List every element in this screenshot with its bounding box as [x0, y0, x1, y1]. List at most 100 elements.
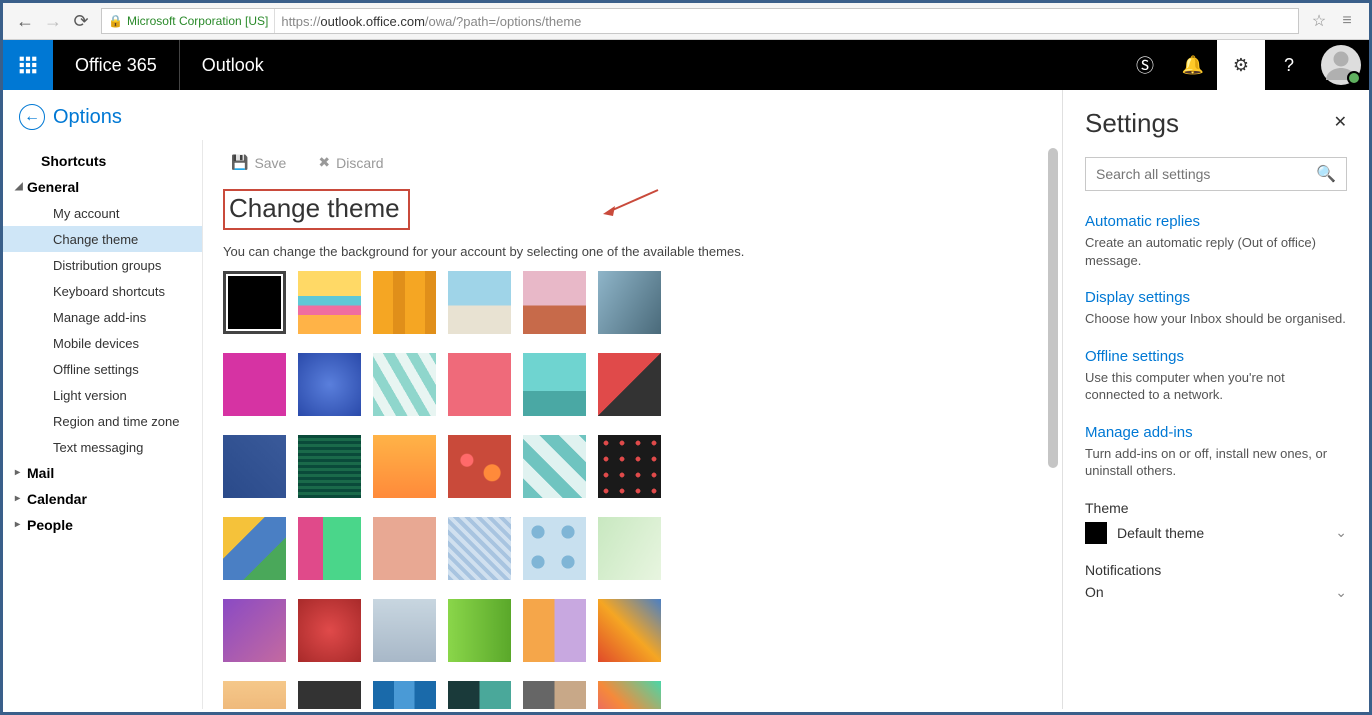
avatar[interactable] [1321, 45, 1361, 85]
back-arrow-icon[interactable]: ← [19, 104, 45, 130]
theme-tile[interactable] [298, 435, 361, 498]
sidebar-item[interactable]: Light version [3, 382, 202, 408]
browser-toolbar: ← → ⟳ 🔒 Microsoft Corporation [US] https… [3, 3, 1369, 40]
options-title: Options [53, 106, 122, 129]
theme-tile[interactable] [598, 517, 661, 580]
notifications-icon[interactable]: 🔔 [1169, 40, 1217, 90]
notifications-selector[interactable]: On ⌄ [1085, 584, 1347, 601]
settings-link[interactable]: Manage add-ins [1085, 424, 1347, 441]
theme-tile[interactable] [523, 599, 586, 662]
help-icon[interactable]: ? [1265, 40, 1313, 90]
theme-tile[interactable] [448, 353, 511, 416]
scrollbar-track[interactable] [1046, 140, 1060, 709]
theme-tile[interactable] [448, 271, 511, 334]
theme-tile[interactable] [298, 681, 361, 709]
annotation-arrow [603, 188, 663, 218]
skype-icon[interactable]: Ⓢ [1121, 40, 1169, 90]
settings-link[interactable]: Automatic replies [1085, 213, 1347, 230]
o365-header: Office 365 Outlook Ⓢ 🔔 ⚙ ? [3, 40, 1369, 90]
scrollbar-thumb[interactable] [1048, 148, 1058, 468]
theme-tile[interactable] [373, 353, 436, 416]
theme-tile[interactable] [448, 599, 511, 662]
theme-tile[interactable] [523, 435, 586, 498]
url-text: https://outlook.office.com/owa/?path=/op… [275, 14, 587, 29]
presence-indicator [1347, 71, 1361, 85]
theme-tile[interactable] [523, 353, 586, 416]
sidebar-item[interactable]: Text messaging [3, 434, 202, 460]
sidebar-group-people[interactable]: ▸People [3, 512, 202, 538]
sidebar-shortcuts[interactable]: Shortcuts [3, 148, 202, 174]
sidebar-group-general[interactable]: ◢General [3, 174, 202, 200]
theme-tile[interactable] [298, 517, 361, 580]
theme-tile[interactable] [298, 271, 361, 334]
theme-tile[interactable] [373, 681, 436, 709]
app-launcher[interactable] [3, 40, 53, 90]
theme-tile[interactable] [298, 353, 361, 416]
theme-tile[interactable] [373, 435, 436, 498]
search-icon[interactable]: 🔍 [1316, 164, 1336, 184]
theme-tile[interactable] [223, 271, 286, 334]
save-button[interactable]: 💾Save [231, 154, 286, 171]
theme-tile[interactable] [373, 599, 436, 662]
browser-menu-icon[interactable]: ≡ [1333, 7, 1361, 35]
chevron-down-icon: ⌄ [1335, 584, 1347, 601]
options-sidebar: Shortcuts ◢General My accountChange them… [3, 140, 203, 709]
sidebar-group-calendar[interactable]: ▸Calendar [3, 486, 202, 512]
theme-tile[interactable] [598, 271, 661, 334]
settings-link-desc: Turn add-ins on or off, install new ones… [1085, 445, 1347, 480]
sidebar-item[interactable]: Offline settings [3, 356, 202, 382]
notifications-section-label: Notifications [1085, 562, 1347, 578]
settings-search[interactable]: 🔍 [1085, 157, 1347, 191]
settings-search-input[interactable] [1096, 166, 1316, 182]
sidebar-item[interactable]: Manage add-ins [3, 304, 202, 330]
settings-link[interactable]: Display settings [1085, 289, 1347, 306]
sidebar-item[interactable]: Keyboard shortcuts [3, 278, 202, 304]
sidebar-item[interactable]: Region and time zone [3, 408, 202, 434]
discard-icon: ✖ [318, 154, 330, 171]
content-area: 💾Save ✖Discard Change theme You can chan… [203, 140, 1062, 709]
theme-tile[interactable] [448, 435, 511, 498]
theme-tile[interactable] [223, 353, 286, 416]
bookmark-icon[interactable]: ☆ [1305, 7, 1333, 35]
theme-tile[interactable] [523, 681, 586, 709]
theme-selector[interactable]: Default theme ⌄ [1085, 522, 1347, 544]
sidebar-item[interactable]: Mobile devices [3, 330, 202, 356]
theme-tile[interactable] [598, 353, 661, 416]
theme-tile[interactable] [223, 435, 286, 498]
reload-button[interactable]: ⟳ [67, 7, 95, 35]
settings-link-desc: Create an automatic reply (Out of office… [1085, 234, 1347, 269]
theme-tile[interactable] [523, 271, 586, 334]
theme-tile[interactable] [298, 599, 361, 662]
url-bar[interactable]: 🔒 Microsoft Corporation [US] https://out… [101, 8, 1299, 34]
settings-link[interactable]: Offline settings [1085, 348, 1347, 365]
theme-tile[interactable] [598, 681, 661, 709]
save-icon: 💾 [231, 154, 248, 171]
sidebar-item[interactable]: My account [3, 200, 202, 226]
options-header[interactable]: ← Options [3, 90, 1062, 140]
theme-section-label: Theme [1085, 500, 1347, 516]
page-description: You can change the background for your a… [223, 244, 1042, 259]
back-button[interactable]: ← [11, 7, 39, 35]
settings-gear-icon[interactable]: ⚙ [1217, 40, 1265, 90]
theme-tile[interactable] [598, 435, 661, 498]
close-icon[interactable]: ✕ [1334, 112, 1347, 132]
theme-tile[interactable] [223, 681, 286, 709]
theme-tile[interactable] [523, 517, 586, 580]
settings-link-desc: Use this computer when you're not connec… [1085, 369, 1347, 404]
theme-tile[interactable] [223, 517, 286, 580]
theme-tile[interactable] [598, 599, 661, 662]
forward-button[interactable]: → [39, 7, 67, 35]
theme-tile[interactable] [448, 517, 511, 580]
page-title: Change theme [223, 189, 410, 230]
discard-button[interactable]: ✖Discard [318, 154, 383, 171]
theme-tile[interactable] [373, 271, 436, 334]
brand-title[interactable]: Office 365 [53, 40, 180, 90]
sidebar-item[interactable]: Change theme [3, 226, 202, 252]
theme-tile[interactable] [448, 681, 511, 709]
theme-tile[interactable] [373, 517, 436, 580]
theme-tile[interactable] [223, 599, 286, 662]
app-title[interactable]: Outlook [180, 55, 286, 76]
sidebar-item[interactable]: Distribution groups [3, 252, 202, 278]
settings-title: Settings [1085, 108, 1347, 139]
sidebar-group-mail[interactable]: ▸Mail [3, 460, 202, 486]
